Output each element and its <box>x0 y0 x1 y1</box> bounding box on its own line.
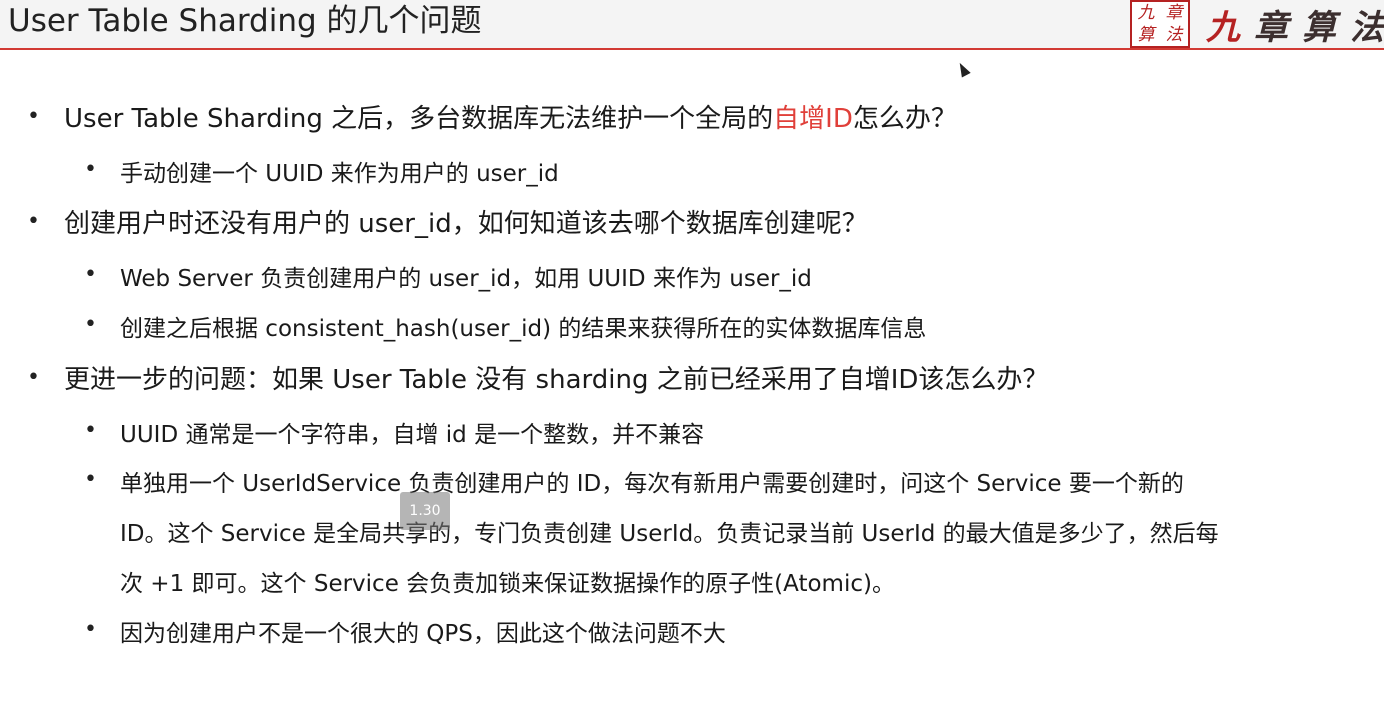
seal-char: 算 <box>1137 25 1155 45</box>
mouse-cursor-icon <box>955 60 971 78</box>
brand-first-char: 九 <box>1206 7 1254 48</box>
header-bar: User Table Sharding 的几个问题 九 章 算 法 九章算法 <box>0 0 1384 50</box>
brand-name: 九章算法 <box>1206 0 1384 49</box>
bullet-dot: • <box>27 209 40 234</box>
bullet-dot: • <box>84 467 97 492</box>
slide: User Table Sharding 的几个问题 九 章 算 法 九章算法 •… <box>0 0 1384 701</box>
list-item: UUID 通常是一个字符串，自增 id 是一个整数，并不兼容 <box>120 422 705 448</box>
list-item-text: 怎么办？ <box>852 104 957 134</box>
bullet-dot: • <box>84 157 97 182</box>
seal-char: 法 <box>1165 25 1183 45</box>
brand-logo: 九 章 算 法 九章算法 <box>1130 0 1384 48</box>
seal-char: 九 <box>1137 3 1155 23</box>
seal-icon: 九 章 算 法 <box>1130 0 1190 48</box>
list-item: User Table Sharding 之后，多台数据库无法维护一个全局的自增I… <box>64 98 957 135</box>
bullet-dot: • <box>27 104 40 129</box>
bullet-dot: • <box>84 262 97 287</box>
list-item-line: 次 +1 即可。这个 Service 会负责加锁来保证数据操作的原子性(Atom… <box>120 571 895 597</box>
highlight-text: 自增ID <box>773 104 853 134</box>
slide-title: User Table Sharding 的几个问题 <box>8 3 482 39</box>
list-item-line: 单独用一个 UserIdService 负责创建用户的 ID，每次有新用户需要创… <box>120 471 1184 497</box>
seal-char: 章 <box>1165 3 1183 23</box>
bullet-dot: • <box>27 365 40 390</box>
list-item: 创建之后根据 consistent_hash(user_id) 的结果来获得所在… <box>120 316 927 342</box>
brand-rest: 章算法 <box>1254 7 1384 48</box>
list-item: 手动创建一个 UUID 来作为用户的 user_id <box>120 161 559 187</box>
bullet-dot: • <box>84 617 97 642</box>
list-item: 创建用户时还没有用户的 user_id，如何知道该去哪个数据库创建呢？ <box>64 209 868 239</box>
list-item: Web Server 负责创建用户的 user_id，如用 UUID 来作为 u… <box>120 266 812 292</box>
playback-speed-badge: 1.30 <box>400 492 450 530</box>
list-item-text: User Table Sharding 之后，多台数据库无法维护一个全局的 <box>64 104 774 134</box>
list-item-line: ID。这个 Service 是全局共享的，专门负责创建 UserId。负责记录当… <box>120 521 1219 547</box>
list-item: 因为创建用户不是一个很大的 QPS，因此这个做法问题不大 <box>120 621 726 647</box>
bullet-dot: • <box>84 312 97 337</box>
list-item: 更进一步的问题：如果 User Table 没有 sharding 之前已经采用… <box>64 365 1049 395</box>
bullet-dot: • <box>84 418 97 443</box>
